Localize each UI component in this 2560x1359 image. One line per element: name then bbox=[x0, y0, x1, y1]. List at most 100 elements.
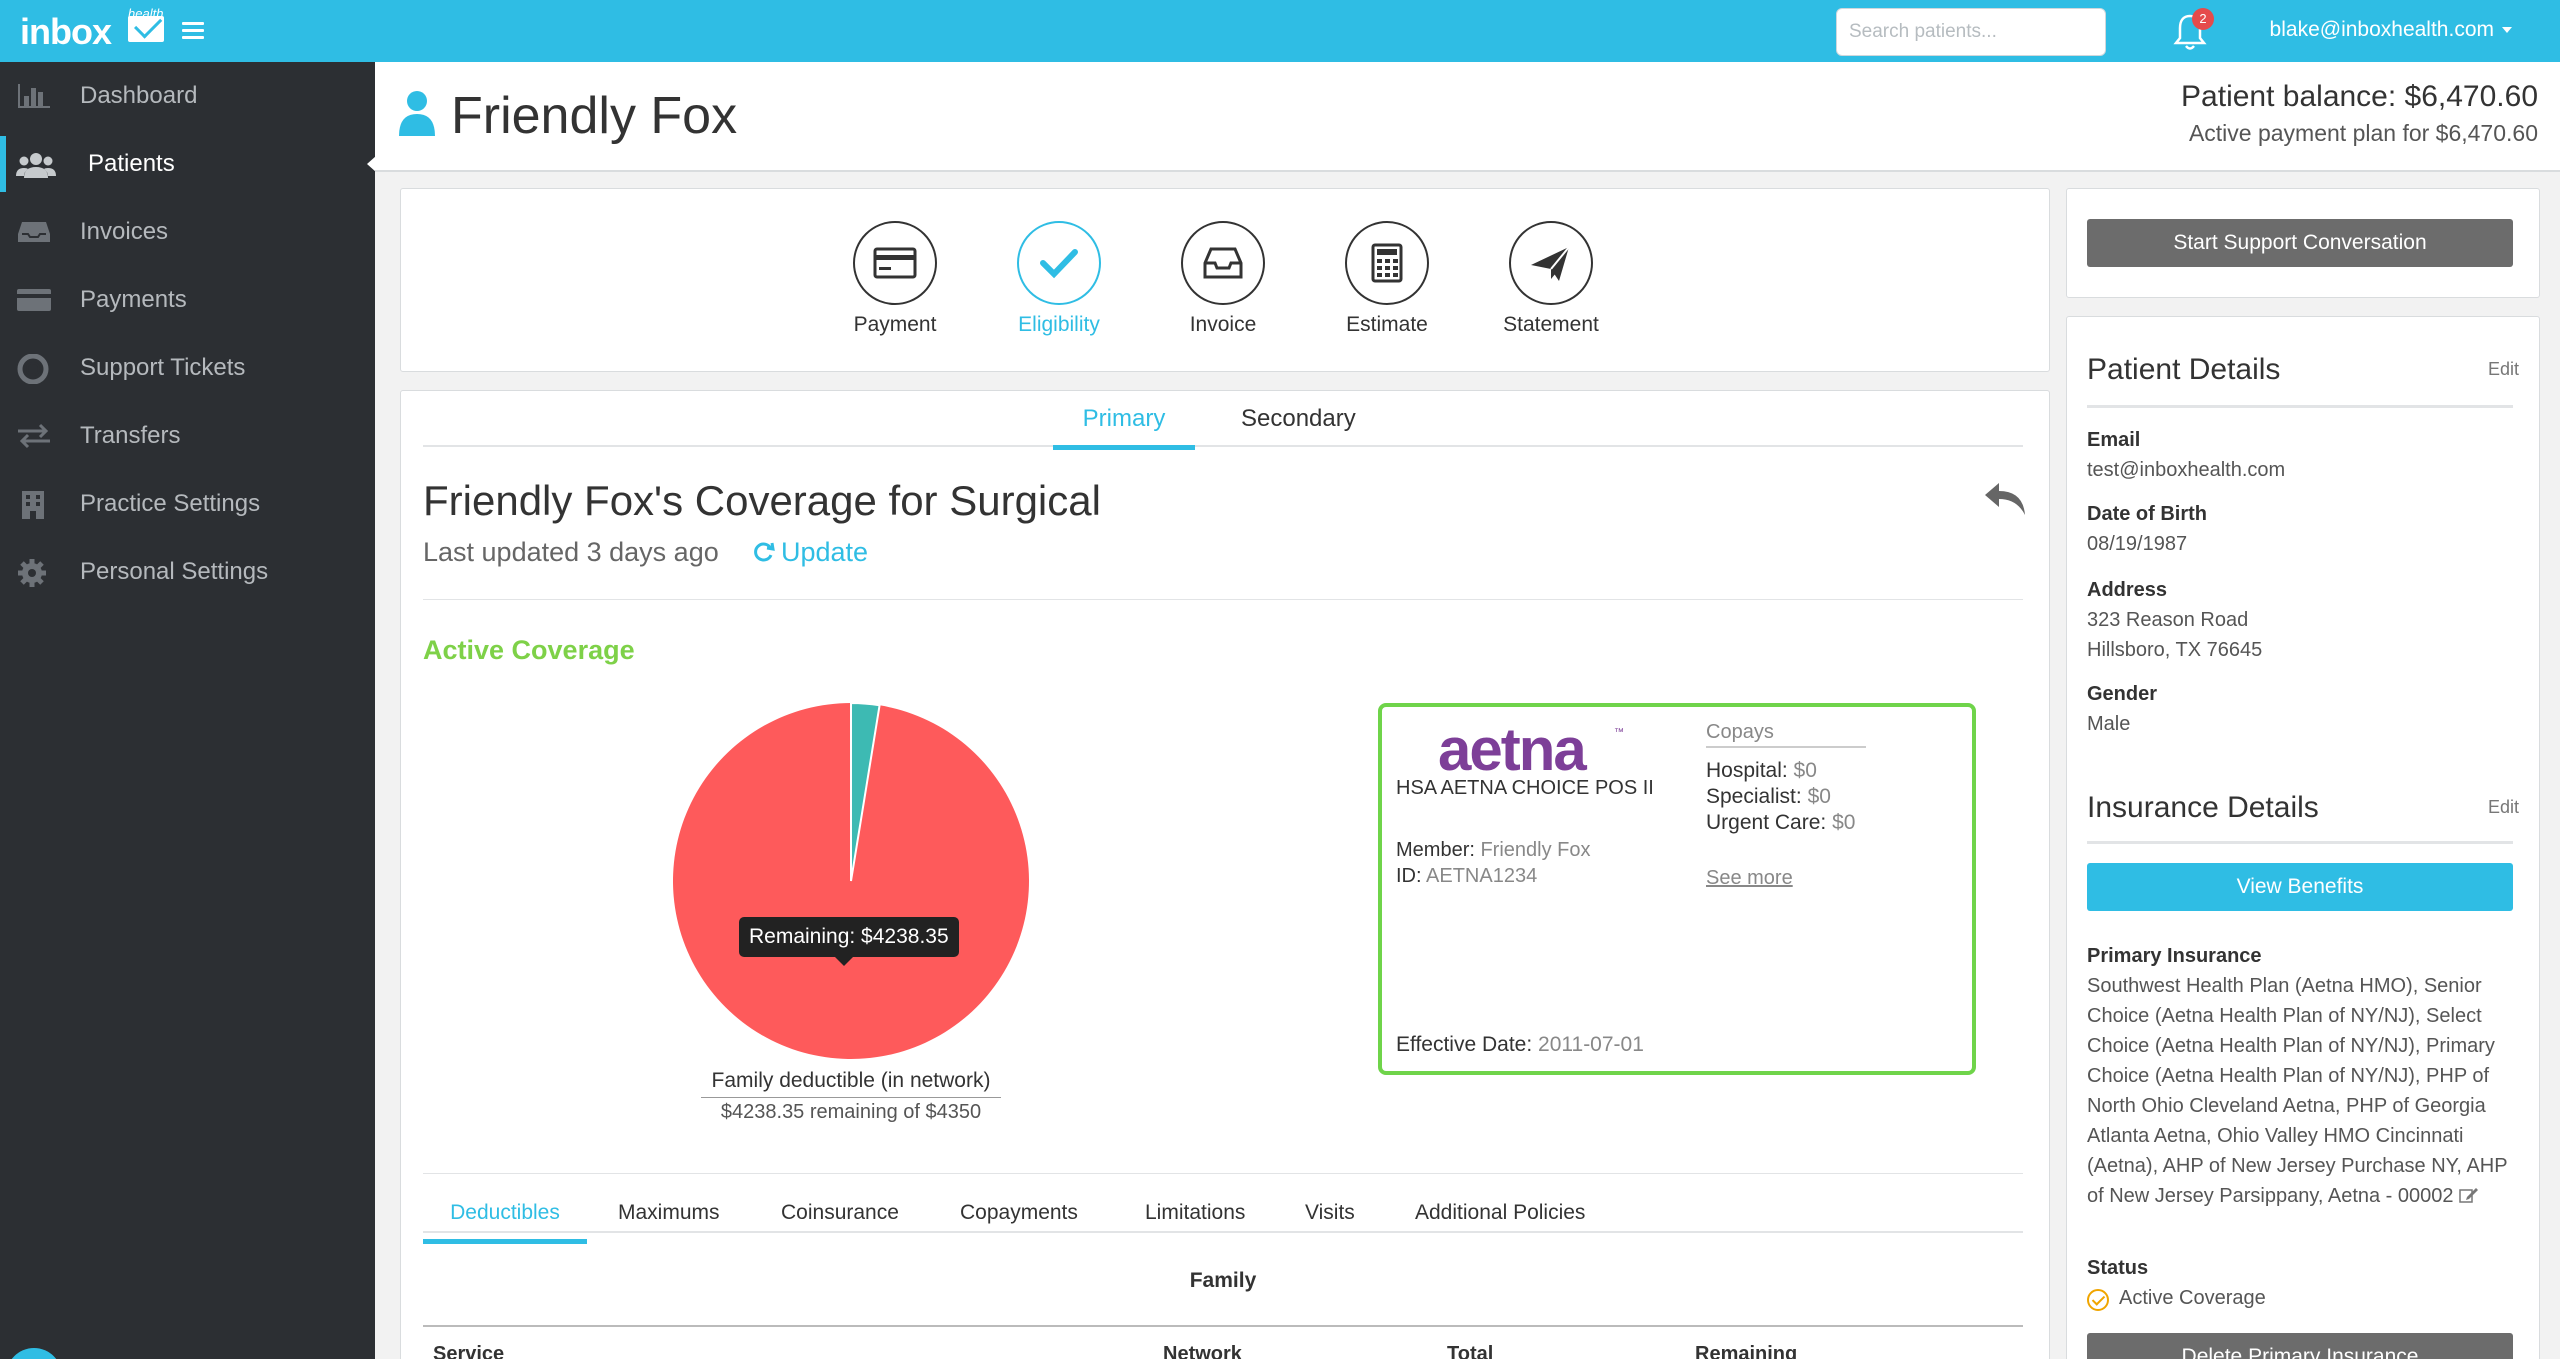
column-header-service[interactable]: Service bbox=[433, 1343, 504, 1359]
effective-date: Effective Date: 2011-07-01 bbox=[1396, 1033, 1644, 1057]
copay-row: Urgent Care: $0 bbox=[1706, 811, 1855, 835]
sidebar-item-label: Transfers bbox=[80, 422, 181, 449]
column-header-total[interactable]: Total bbox=[1447, 1343, 1493, 1359]
see-more-link[interactable]: See more bbox=[1706, 867, 1793, 890]
sidebar-item-dashboard[interactable]: Dashboard bbox=[0, 62, 375, 130]
check-icon bbox=[1017, 221, 1101, 305]
reply-icon[interactable] bbox=[1981, 479, 2029, 519]
tab-limitations[interactable]: Limitations bbox=[1145, 1201, 1245, 1239]
search-patients-input[interactable] bbox=[1836, 8, 2106, 56]
status-label: Status bbox=[2087, 1257, 2149, 1279]
active-coverage-label: Active Coverage bbox=[423, 635, 635, 665]
bar-chart-icon bbox=[16, 82, 52, 110]
column-header-remaining[interactable]: Remaining bbox=[1695, 1343, 1797, 1359]
divider bbox=[423, 1173, 2023, 1174]
patient-actions-panel: Payment Eligibility Invoice Estimate Sta… bbox=[400, 188, 2050, 372]
patient-name: Friendly Fox bbox=[451, 87, 738, 145]
sidebar-item-label: Patients bbox=[88, 150, 175, 177]
credit-card-icon bbox=[16, 286, 52, 314]
deductible-pie-chart[interactable] bbox=[671, 701, 1031, 1061]
user-account-menu[interactable]: blake@inboxhealth.com bbox=[2270, 18, 2512, 42]
primary-insurance-value: Southwest Health Plan (Aetna HMO), Senio… bbox=[2087, 971, 2517, 1211]
tab-visits[interactable]: Visits bbox=[1305, 1201, 1355, 1239]
statement-action-button[interactable]: Statement bbox=[1491, 221, 1611, 337]
check-circle-icon bbox=[2087, 1289, 2109, 1311]
sidebar-item-practice-settings[interactable]: Practice Settings bbox=[0, 470, 375, 538]
pie-chart-subtitle: $4238.35 remaining of $4350 bbox=[720, 1101, 982, 1123]
start-support-conversation-button[interactable]: Start Support Conversation bbox=[2087, 219, 2513, 267]
sidebar-item-personal-settings[interactable]: Personal Settings bbox=[0, 538, 375, 606]
user-email: blake@inboxhealth.com bbox=[2269, 18, 2494, 41]
edit-patient-details-link[interactable]: Edit bbox=[2488, 359, 2519, 380]
effective-value: 2011-07-01 bbox=[1538, 1033, 1644, 1056]
tab-maximums[interactable]: Maximums bbox=[618, 1201, 720, 1239]
refresh-icon bbox=[754, 542, 775, 562]
help-button[interactable]: ? bbox=[6, 1348, 62, 1359]
inbox-health-logo[interactable]: inbox health bbox=[20, 6, 164, 54]
paper-plane-icon bbox=[1509, 221, 1593, 305]
copay-value: $0 bbox=[1832, 811, 1856, 834]
member-id: ID: AETNA1234 bbox=[1396, 865, 1537, 888]
inbox-tray-icon bbox=[1181, 221, 1265, 305]
effective-label: Effective Date: bbox=[1396, 1033, 1533, 1056]
insurance-tabs: Primary Secondary bbox=[423, 391, 2023, 450]
sidebar-item-support-tickets[interactable]: Support Tickets bbox=[0, 334, 375, 402]
tab-additional-policies[interactable]: Additional Policies bbox=[1415, 1201, 1585, 1239]
insurance-details-title: Insurance Details bbox=[2087, 791, 2319, 824]
copay-row: Specialist: $0 bbox=[1706, 785, 1831, 809]
sidebar-item-label: Dashboard bbox=[80, 82, 198, 109]
notification-count-badge: 2 bbox=[2192, 8, 2214, 30]
notifications-bell-icon[interactable]: 2 bbox=[2166, 8, 2214, 56]
update-link[interactable]: Update bbox=[753, 537, 868, 568]
sidebar-item-label: Payments bbox=[80, 286, 187, 313]
tab-copayments[interactable]: Copayments bbox=[960, 1201, 1078, 1239]
sidebar-item-transfers[interactable]: Transfers bbox=[0, 402, 375, 470]
exchange-icon bbox=[16, 422, 52, 450]
status-value: Active Coverage bbox=[2119, 1287, 2266, 1309]
pie-tooltip: Remaining: $4238.35 bbox=[739, 917, 959, 966]
sidebar-item-label: Invoices bbox=[80, 218, 169, 245]
edit-insurance-details-link[interactable]: Edit bbox=[2488, 797, 2519, 818]
insurance-card: aetna ™ HSA AETNA CHOICE POS II Member: … bbox=[1378, 703, 1976, 1075]
sidebar-item-invoices[interactable]: Invoices bbox=[0, 198, 375, 266]
divider bbox=[2087, 841, 2513, 844]
sidebar-item-payments[interactable]: Payments bbox=[0, 266, 375, 334]
delete-primary-insurance-button[interactable]: Delete Primary Insurance bbox=[2087, 1333, 2513, 1359]
column-header-network[interactable]: Network bbox=[1163, 1343, 1242, 1359]
table-divider bbox=[423, 1325, 2023, 1327]
copay-label: Specialist: bbox=[1706, 785, 1802, 808]
action-label: Statement bbox=[1503, 313, 1599, 336]
primary-insurance-label: Primary Insurance bbox=[2087, 945, 2262, 967]
sidebar-item-patients[interactable]: Patients bbox=[0, 130, 376, 198]
tab-primary[interactable]: Primary bbox=[1053, 405, 1195, 450]
action-label: Eligibility bbox=[1018, 313, 1100, 336]
action-label: Estimate bbox=[1346, 313, 1428, 336]
edit-icon[interactable] bbox=[2459, 1186, 2479, 1204]
pie-chart-label: Family deductible (in network) bbox=[701, 1069, 1001, 1098]
tab-secondary[interactable]: Secondary bbox=[1241, 405, 1356, 445]
tab-coinsurance[interactable]: Coinsurance bbox=[781, 1201, 899, 1239]
tab-deductibles[interactable]: Deductibles bbox=[423, 1201, 587, 1244]
gender-label: Gender bbox=[2087, 683, 2158, 705]
invoice-action-button[interactable]: Invoice bbox=[1163, 221, 1283, 337]
view-benefits-button[interactable]: View Benefits bbox=[2087, 863, 2513, 911]
estimate-action-button[interactable]: Estimate bbox=[1327, 221, 1447, 337]
address-line-2: Hillsboro, TX 76645 bbox=[2087, 639, 2263, 661]
table-group-heading: Family bbox=[1189, 1269, 1257, 1292]
update-label: Update bbox=[781, 537, 869, 567]
copay-label: Hospital: bbox=[1706, 759, 1788, 782]
benefit-tabs: Deductibles Maximums Coinsurance Copayme… bbox=[423, 1181, 2023, 1244]
id-label: ID: bbox=[1396, 865, 1422, 887]
coverage-title: Friendly Fox's Coverage for Surgical bbox=[423, 477, 1101, 524]
patient-details-panel: Patient Details Edit Email test@inboxhea… bbox=[2066, 316, 2540, 1359]
member-info: Member: Friendly Fox bbox=[1396, 839, 1591, 862]
member-value: Friendly Fox bbox=[1480, 839, 1591, 861]
copay-value: $0 bbox=[1793, 759, 1817, 782]
dob-label: Date of Birth bbox=[2087, 503, 2207, 525]
divider bbox=[423, 599, 2023, 600]
payment-action-button[interactable]: Payment bbox=[835, 221, 955, 337]
hamburger-menu-icon[interactable] bbox=[182, 22, 204, 40]
dob-value: 08/19/1987 bbox=[2087, 533, 2188, 555]
eligibility-action-button[interactable]: Eligibility bbox=[999, 221, 1119, 337]
gender-value: Male bbox=[2087, 713, 2131, 735]
